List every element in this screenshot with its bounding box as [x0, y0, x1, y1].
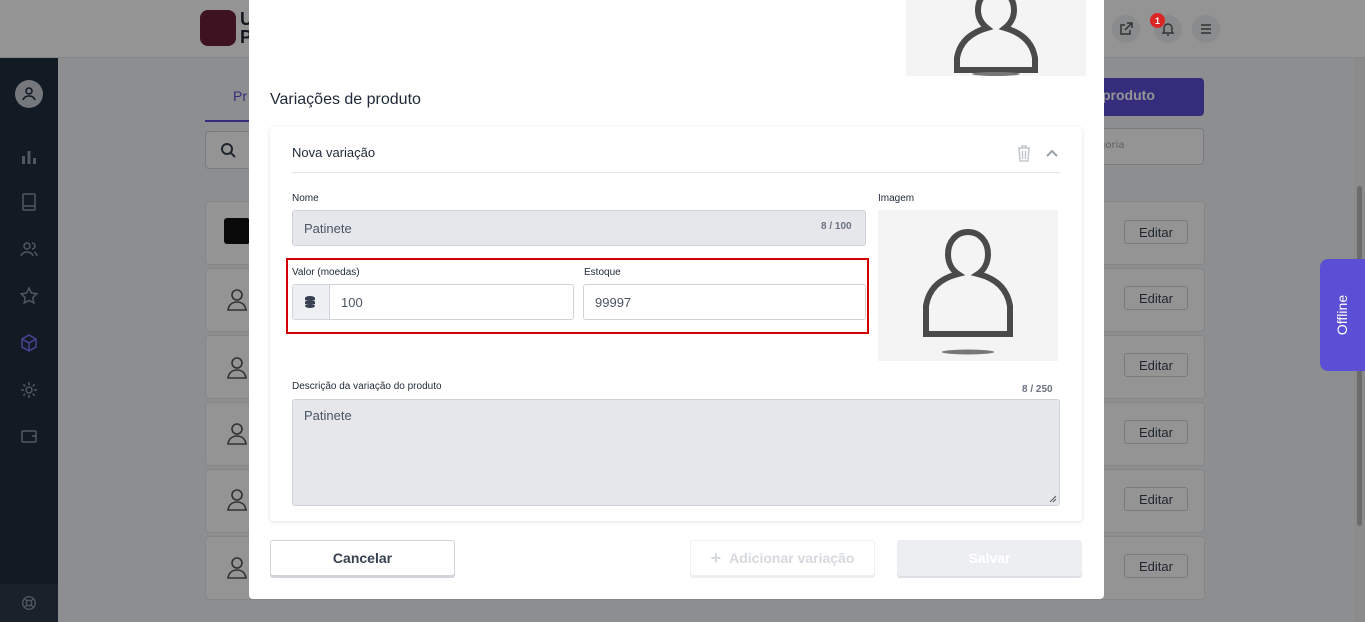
chevron-up-icon[interactable]: [1044, 145, 1060, 161]
highlight-box: [286, 258, 869, 334]
description-value: Patinete: [304, 408, 352, 423]
plus-icon: +: [710, 547, 722, 568]
add-variation-button[interactable]: + Adicionar variação: [690, 540, 875, 576]
description-label: Descrição da variação do produto: [292, 381, 442, 392]
divider: [292, 172, 1060, 173]
offline-label: Offline: [1334, 294, 1351, 336]
resize-handle-icon[interactable]: [1049, 495, 1057, 503]
add-variation-label: Adicionar variação: [729, 550, 855, 566]
offline-status-tab[interactable]: Offline: [1320, 259, 1365, 371]
cancel-button[interactable]: Cancelar: [270, 540, 455, 576]
product-modal: Variações de produto Nova variação Nome …: [249, 0, 1104, 599]
image-label: Imagem: [878, 193, 915, 204]
notification-badge: 1: [1150, 13, 1165, 28]
name-counter: 8 / 100: [821, 221, 852, 232]
variation-header: Nova variação: [292, 145, 376, 160]
section-title: Variações de produto: [270, 91, 421, 108]
description-field[interactable]: Patinete: [292, 399, 1060, 506]
save-button[interactable]: Salvar: [897, 540, 1082, 576]
variation-image[interactable]: [878, 210, 1058, 361]
name-field[interactable]: Patinete: [292, 210, 866, 246]
name-label: Nome: [292, 193, 319, 204]
person-placeholder-icon: [923, 228, 1013, 355]
person-placeholder-icon: [954, 0, 1038, 76]
product-image[interactable]: [906, 0, 1086, 76]
trash-icon[interactable]: [1014, 143, 1034, 163]
name-value: Patinete: [304, 221, 352, 236]
description-counter: 8 / 250: [1022, 384, 1053, 395]
variation-card: Nova variação Nome Patinete 8 / 100 Valo…: [270, 127, 1082, 521]
